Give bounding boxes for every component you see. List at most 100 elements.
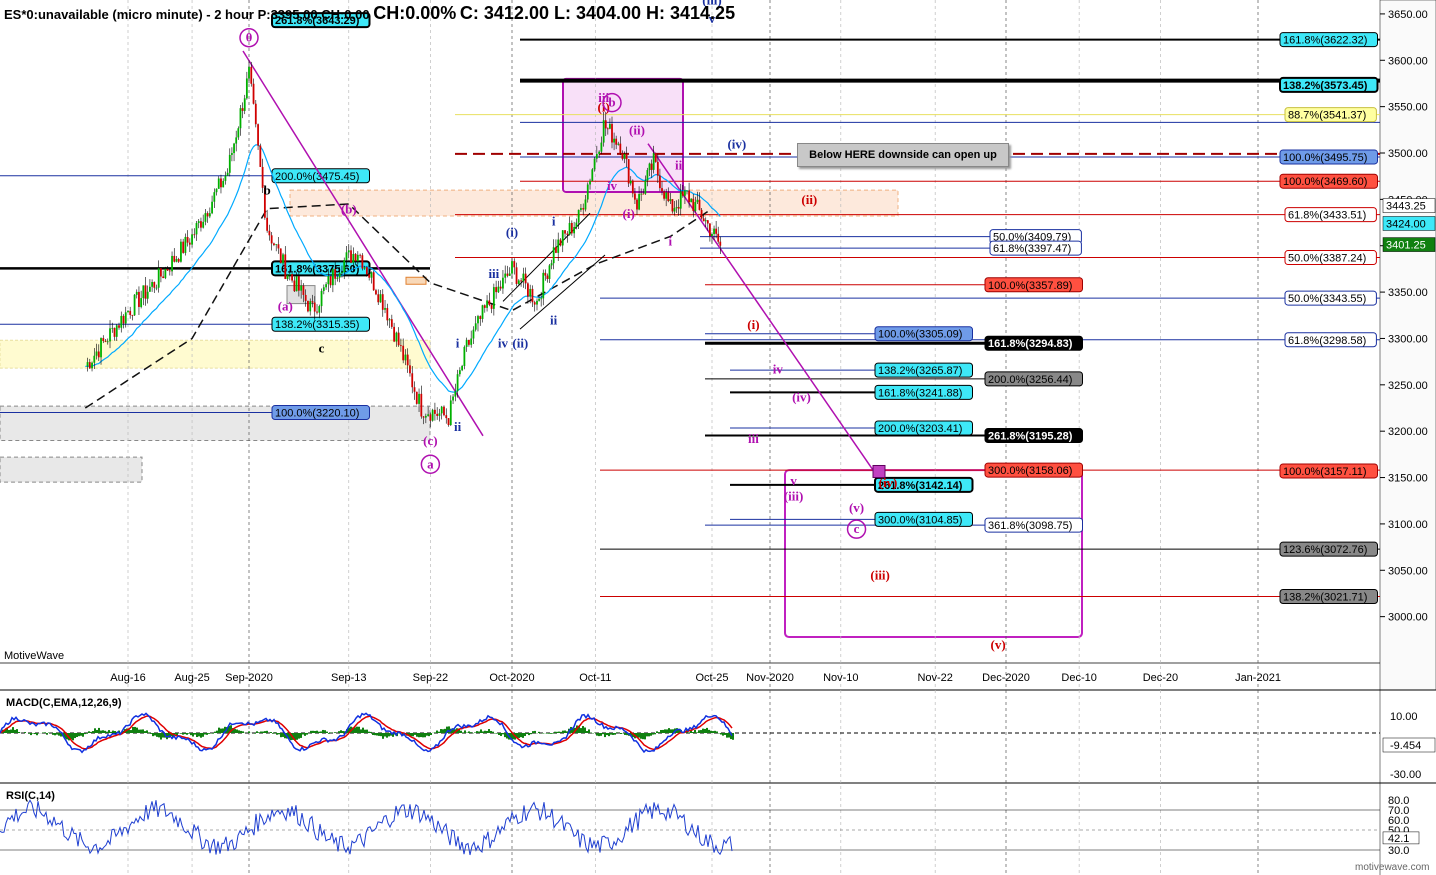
fib-label-text: 100.0%(3157.11) — [1283, 466, 1367, 478]
candle-body — [679, 191, 682, 209]
candle-body — [681, 191, 684, 196]
candle-body — [568, 222, 571, 235]
candle-body — [638, 194, 640, 210]
candle-body — [295, 276, 298, 292]
candle-body — [279, 248, 282, 264]
macd-bar — [704, 728, 706, 733]
candle-body — [711, 234, 713, 237]
candle-body — [497, 286, 500, 293]
macd-bar — [44, 732, 46, 733]
candle-body — [226, 172, 229, 176]
macd-bar — [728, 733, 730, 738]
candle-body — [266, 217, 269, 231]
candle-body — [617, 143, 620, 145]
price-tag-text: 3424.00 — [1386, 218, 1426, 230]
macd-bar — [100, 730, 102, 733]
candle-body — [95, 351, 98, 356]
macd-bar — [34, 733, 36, 735]
candle-body — [160, 268, 162, 277]
candle-body — [243, 98, 246, 111]
macd-bar — [660, 729, 662, 733]
macd-bar — [716, 731, 718, 733]
candle-body — [120, 315, 123, 328]
candle-body — [443, 406, 445, 416]
wave-label: (c) — [423, 433, 437, 448]
candle-body — [598, 151, 601, 154]
candle-body — [182, 241, 185, 253]
macd-bar — [564, 730, 566, 733]
macd-bar — [620, 733, 622, 734]
candle-body — [327, 276, 330, 285]
candle-body — [277, 244, 280, 249]
macd-bar — [710, 730, 712, 733]
macd-bar — [28, 733, 30, 734]
candle-body — [146, 291, 149, 299]
price-chart[interactable]: 3000.00 3050.00 3100.00 3150.00 3200.00 3250.… — [0, 0, 1436, 875]
candle-body — [166, 268, 169, 271]
macd-bar — [54, 733, 56, 736]
brand-url: motivewave.com — [1355, 862, 1430, 873]
candle-body — [715, 228, 718, 234]
candle-body — [288, 274, 291, 276]
x-tick-label: Dec-20 — [1143, 672, 1178, 684]
candle-body — [696, 199, 699, 203]
change-label: CH:0.00 — [321, 7, 370, 22]
macd-bar — [146, 730, 148, 733]
wave-label: (ii) — [512, 336, 528, 351]
wave-label: (iv) — [879, 475, 898, 490]
change-percent: CH:0.00% — [373, 3, 457, 23]
macd-bar — [424, 733, 426, 738]
candle-body — [390, 319, 393, 327]
candle-body — [463, 346, 466, 366]
candle-body — [488, 300, 491, 305]
macd-bar — [702, 728, 704, 733]
rsi-label: RSI(C,14) — [6, 790, 55, 802]
downside-banner: Below HERE downside can open up — [797, 143, 1009, 167]
wave-label: 0 — [246, 30, 253, 45]
candle-body — [197, 221, 200, 224]
candle-body — [211, 201, 213, 214]
macd-bar — [162, 733, 164, 738]
wave-label: (iv) — [792, 390, 811, 405]
wave-label: i — [456, 336, 460, 351]
fib-label-text: 138.2%(3315.35) — [275, 319, 359, 331]
candle-body — [164, 268, 167, 279]
top-zone-magenta — [562, 77, 684, 193]
macd-bar — [694, 730, 696, 733]
candle-body — [520, 280, 522, 282]
macd-bar — [502, 733, 504, 735]
candle-body — [550, 263, 553, 266]
candle-body — [552, 247, 555, 264]
macd-bar — [80, 733, 82, 736]
y-tick-label: 3000.00 — [1388, 612, 1428, 624]
macd-bar — [550, 733, 552, 734]
macd-bar — [560, 731, 562, 733]
fib-label-text: 100.0%(3469.60) — [1283, 176, 1367, 188]
candle-body — [129, 310, 132, 315]
candle-body — [640, 193, 643, 195]
candle-body — [157, 268, 160, 288]
candle-body — [316, 311, 318, 313]
macd-bar — [426, 733, 428, 736]
macd-bar — [30, 733, 32, 736]
macd-bar — [354, 727, 356, 733]
macd-bar — [134, 726, 136, 733]
macd-bar — [140, 729, 142, 733]
candle-body — [245, 78, 248, 99]
macd-bar — [696, 732, 698, 733]
candle-body — [144, 285, 147, 299]
macd-bar — [280, 733, 282, 738]
candle-body — [604, 120, 607, 129]
macd-bar — [248, 731, 250, 733]
candle-body — [481, 305, 484, 319]
candle-body — [477, 316, 479, 324]
macd-bar — [372, 733, 374, 735]
candle-body — [193, 234, 196, 236]
candle-body — [566, 233, 569, 235]
fib-label-text: 300.0%(3104.85) — [878, 514, 962, 526]
macd-bar — [272, 733, 274, 734]
macd-bar — [468, 731, 470, 733]
macd-bar — [160, 733, 162, 740]
macd-bar — [532, 731, 534, 733]
macd-bar — [108, 730, 110, 733]
